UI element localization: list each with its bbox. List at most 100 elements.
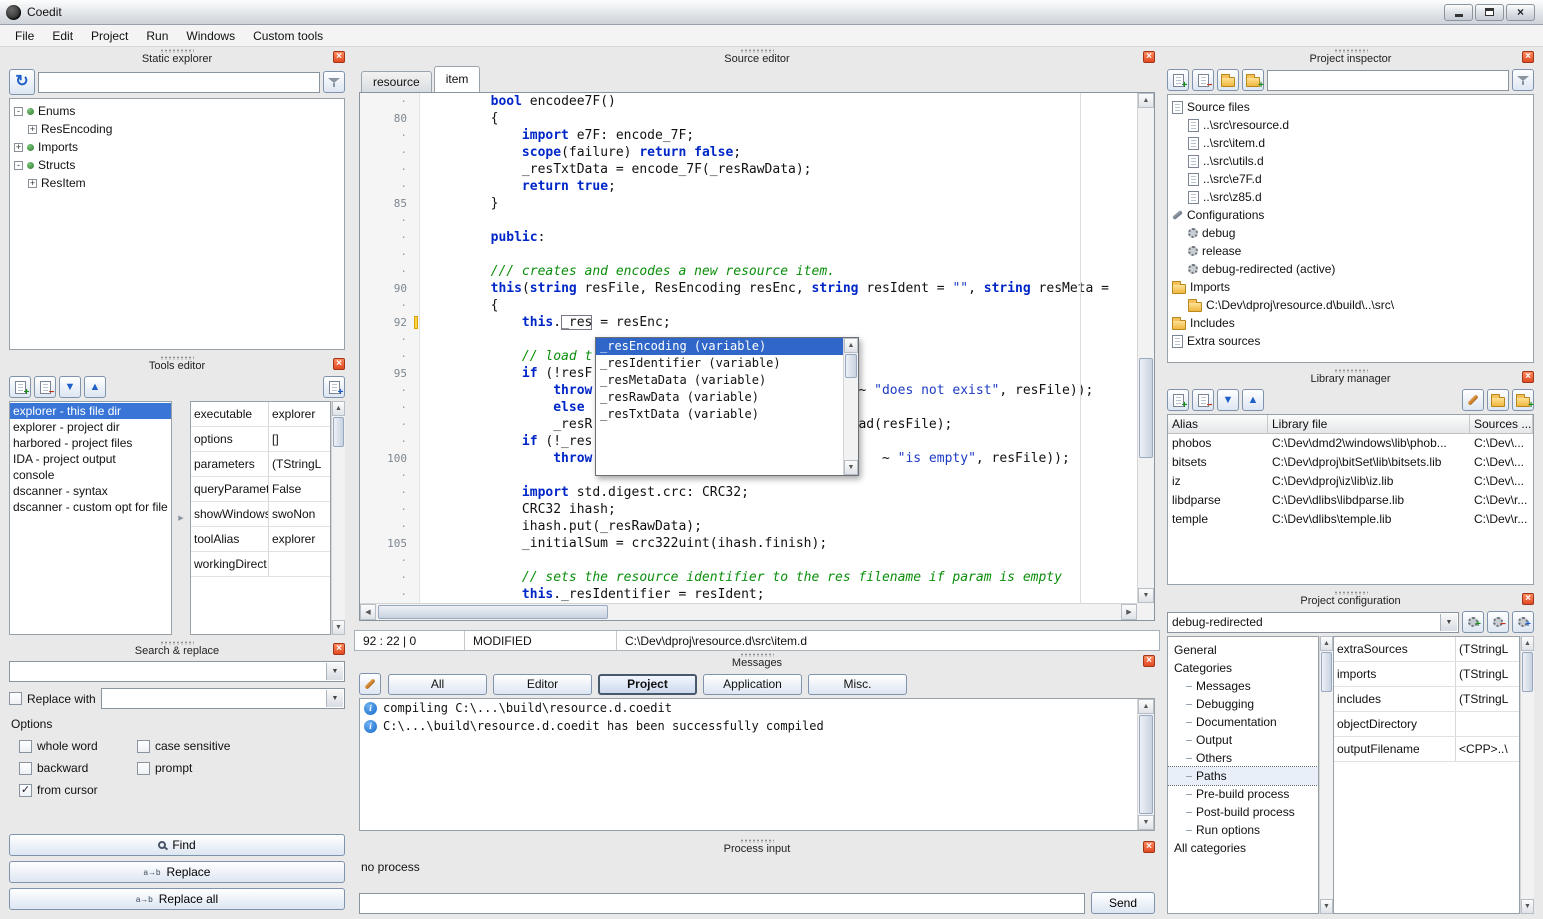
panel-close-icon[interactable] xyxy=(1522,371,1534,383)
panel-header[interactable]: Project configuration xyxy=(1167,590,1534,608)
editor-vertical-scrollbar[interactable]: ▲ ▼ xyxy=(1137,93,1154,603)
scroll-up-icon[interactable]: ▲ xyxy=(1138,93,1154,108)
symbol-tree-item-imports[interactable]: +Imports xyxy=(10,138,344,156)
scroll-up-icon[interactable]: ▲ xyxy=(1320,636,1333,651)
message-line[interactable]: icompiling C:\...\build\resource.d.coedi… xyxy=(360,699,1137,717)
category-output[interactable]: Output xyxy=(1168,731,1318,749)
column-header-library-file[interactable]: Library file xyxy=(1268,415,1470,433)
add-configuration-button[interactable]: + xyxy=(1462,611,1484,633)
project-tree-item-src-resource-d[interactable]: ..\src\resource.d xyxy=(1168,116,1533,134)
completion-scrollbar[interactable]: ▲ ▼ xyxy=(843,338,858,475)
apply-tool-button[interactable]: + xyxy=(323,376,345,398)
menu-file[interactable]: File xyxy=(6,26,43,46)
panel-close-icon[interactable] xyxy=(333,358,345,370)
option-prompt[interactable]: prompt xyxy=(137,759,345,777)
scroll-left-icon[interactable]: ◀ xyxy=(360,604,376,620)
tool-item-harbored-project-files[interactable]: harbored - project files xyxy=(10,435,171,451)
panel-close-icon[interactable] xyxy=(1522,593,1534,605)
clear-messages-button[interactable] xyxy=(359,673,381,695)
property-value[interactable]: (TStringL xyxy=(1456,637,1519,661)
property-value[interactable]: <CPP>..\ xyxy=(1456,737,1519,761)
property-value[interactable]: (TStringL xyxy=(1456,662,1519,686)
filter-editor[interactable]: Editor xyxy=(493,674,592,695)
panel-close-icon[interactable] xyxy=(1143,51,1155,63)
editor-horizontal-scrollbar[interactable]: ◀ ▶ xyxy=(360,603,1137,620)
category-general[interactable]: General xyxy=(1168,641,1318,659)
category-post-build-process[interactable]: Post-build process xyxy=(1168,803,1318,821)
drag-grip[interactable] xyxy=(160,49,194,53)
remove-library-button[interactable]: − xyxy=(1192,389,1214,411)
category-messages[interactable]: Messages xyxy=(1168,677,1318,695)
configuration-select[interactable]: debug-redirected▼ xyxy=(1167,612,1459,633)
add-folder-button[interactable]: + xyxy=(1242,69,1264,91)
property-value[interactable]: [] xyxy=(269,427,330,451)
property-value[interactable]: explorer xyxy=(269,527,330,551)
scroll-right-icon[interactable]: ▶ xyxy=(1121,604,1137,620)
drag-grip[interactable] xyxy=(1334,49,1368,53)
tool-item-console[interactable]: console xyxy=(10,467,171,483)
project-tree-item-imports[interactable]: Imports xyxy=(1168,278,1533,296)
properties-scrollbar[interactable]: ▲ ▼ xyxy=(1520,636,1534,914)
scroll-thumb[interactable] xyxy=(1139,358,1153,458)
tool-item-ida-project-output[interactable]: IDA - project output xyxy=(10,451,171,467)
category-others[interactable]: Others xyxy=(1168,749,1318,767)
scroll-thumb[interactable] xyxy=(845,354,857,378)
filter-application[interactable]: Application xyxy=(703,674,802,695)
add-source-button[interactable]: + xyxy=(1167,69,1189,91)
expander-icon[interactable]: - xyxy=(14,107,23,116)
library-table-header[interactable]: AliasLibrary fileSources ... xyxy=(1168,415,1533,434)
column-header-sources[interactable]: Sources ... xyxy=(1470,415,1533,433)
library-row-bitsets[interactable]: bitsetsC:\Dev\dproj\bitSet\lib\bitsets.l… xyxy=(1168,453,1533,472)
category-pre-build-process[interactable]: Pre-build process xyxy=(1168,785,1318,803)
minimize-button[interactable] xyxy=(1444,4,1473,21)
expander-icon[interactable]: - xyxy=(14,161,23,170)
panel-close-icon[interactable] xyxy=(333,643,345,655)
scroll-thumb[interactable] xyxy=(1321,652,1332,692)
drag-grip[interactable] xyxy=(1334,369,1368,373)
project-tree-item-src-e7f-d[interactable]: ..\src\e7F.d xyxy=(1168,170,1533,188)
categories-scrollbar[interactable]: ▲ ▼ xyxy=(1319,636,1333,914)
scroll-up-icon[interactable]: ▲ xyxy=(332,401,345,416)
symbol-filter-input[interactable] xyxy=(38,72,320,93)
tool-item-explorer-project-dir[interactable]: explorer - project dir xyxy=(10,419,171,435)
scroll-thumb[interactable] xyxy=(378,605,608,619)
inspector-filter-button[interactable] xyxy=(1512,69,1534,91)
checkbox-prompt[interactable] xyxy=(137,762,150,775)
scroll-down-icon[interactable]: ▼ xyxy=(844,460,858,475)
filter-project[interactable]: Project xyxy=(598,674,697,695)
menu-project[interactable]: Project xyxy=(82,26,137,46)
property-value[interactable]: (TStringL xyxy=(269,452,330,476)
close-button[interactable]: × xyxy=(1506,4,1535,21)
replace-term-combo[interactable]: ▼ xyxy=(101,688,345,709)
project-tree-item-extra-sources[interactable]: Extra sources xyxy=(1168,332,1533,350)
move-library-up-button[interactable] xyxy=(1242,389,1264,411)
library-row-phobos[interactable]: phobosC:\Dev\dmd2\windows\lib\phob...C:\… xyxy=(1168,434,1533,453)
scroll-up-icon[interactable]: ▲ xyxy=(1138,699,1154,714)
project-tree-item-includes[interactable]: Includes xyxy=(1168,314,1533,332)
menu-windows[interactable]: Windows xyxy=(177,26,244,46)
panel-header[interactable]: Search & replace xyxy=(9,640,345,658)
checkbox-from-cursor[interactable]: ✓ xyxy=(19,784,32,797)
project-tree-item-debug[interactable]: debug xyxy=(1168,224,1533,242)
replace-with-checkbox[interactable] xyxy=(9,692,22,705)
tool-item-explorer-this-file-dir[interactable]: explorer - this file dir xyxy=(10,403,171,419)
filter-all[interactable]: All xyxy=(388,674,487,695)
checkbox-case-sensitive[interactable] xyxy=(137,740,150,753)
scroll-up-icon[interactable]: ▲ xyxy=(844,338,858,353)
symbol-tree-item-resitem[interactable]: +ResItem xyxy=(10,174,344,192)
expander-icon[interactable]: + xyxy=(14,143,23,152)
scroll-thumb[interactable] xyxy=(1522,652,1533,692)
scroll-down-icon[interactable]: ▼ xyxy=(1320,899,1333,914)
category-categories[interactable]: Categories xyxy=(1168,659,1318,677)
chevron-down-icon[interactable]: ▼ xyxy=(1440,614,1457,631)
scroll-up-icon[interactable]: ▲ xyxy=(1521,636,1534,651)
find-button[interactable]: Find xyxy=(9,834,345,856)
scroll-down-icon[interactable]: ▼ xyxy=(332,620,345,635)
project-tree-item-src-item-d[interactable]: ..\src\item.d xyxy=(1168,134,1533,152)
move-tool-down-button[interactable] xyxy=(59,376,81,398)
drag-grip[interactable] xyxy=(740,653,774,657)
menu-custom-tools[interactable]: Custom tools xyxy=(244,26,332,46)
message-line[interactable]: iC:\...\build\resource.d.coedit has been… xyxy=(360,717,1137,735)
remove-source-button[interactable]: − xyxy=(1192,69,1214,91)
inspector-filter-input[interactable] xyxy=(1267,70,1509,91)
